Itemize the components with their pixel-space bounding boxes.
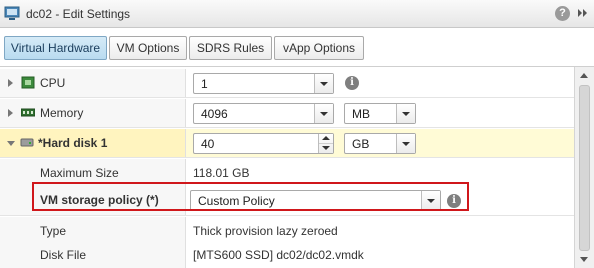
memory-input[interactable]: 4096 [193, 103, 334, 124]
size-stepper[interactable] [318, 134, 333, 153]
expand-icon[interactable] [576, 6, 590, 20]
title-bar: dc02 - Edit Settings ? [0, 0, 594, 28]
stepper-up-icon[interactable] [322, 136, 330, 140]
collapse-arrow-icon[interactable] [7, 141, 15, 146]
cpu-select[interactable]: 1 [193, 73, 334, 94]
hard-disk-label: *Hard disk 1 [38, 136, 108, 150]
window-title: dc02 - Edit Settings [26, 7, 131, 21]
vm-icon [4, 6, 20, 20]
cpu-icon [21, 76, 35, 89]
chevron-down-icon[interactable] [396, 104, 415, 123]
storage-policy-callout [32, 182, 469, 211]
hardware-grid: CPU 1 i Memory 4096 MB *Hard disk 1 40 G… [0, 66, 594, 268]
chevron-down-icon[interactable] [396, 134, 415, 153]
max-size-value: 118.01 GB [193, 166, 250, 180]
max-size-label: Maximum Size [40, 166, 119, 180]
scroll-thumb[interactable] [579, 85, 590, 251]
scroll-down-icon[interactable] [577, 253, 592, 267]
disk-file-label: Disk File [40, 248, 87, 262]
disk-file-row: Disk File [MTS600 SSD] dc02/dc02.vmdk [0, 241, 574, 268]
hard-disk-row: *Hard disk 1 40 GB [0, 129, 574, 158]
disk-file-value: [MTS600 SSD] dc02/dc02.vmdk [193, 248, 364, 262]
cpu-label: CPU [40, 76, 66, 90]
vertical-scrollbar[interactable] [574, 67, 594, 268]
chevron-down-icon[interactable] [314, 74, 333, 93]
help-icon[interactable]: ? [555, 6, 570, 21]
tab-vapp-options[interactable]: vApp Options [274, 36, 364, 60]
stepper-down-icon[interactable] [322, 146, 330, 150]
type-label: Type [40, 224, 67, 238]
chevron-down-icon[interactable] [314, 104, 333, 123]
hard-disk-unit-select[interactable]: GB [344, 133, 416, 154]
expand-arrow-icon[interactable] [8, 79, 13, 87]
cpu-row: CPU 1 i [0, 69, 574, 98]
tab-vm-options[interactable]: VM Options [109, 36, 187, 60]
info-icon[interactable]: i [345, 76, 359, 90]
hard-disk-size-input[interactable]: 40 [193, 133, 334, 154]
type-value: Thick provision lazy zeroed [193, 224, 338, 238]
tab-virtual-hardware[interactable]: Virtual Hardware [4, 36, 107, 60]
memory-row: Memory 4096 MB [0, 99, 574, 128]
memory-icon [21, 108, 35, 117]
expand-arrow-icon[interactable] [8, 109, 13, 117]
tab-sdrs-rules[interactable]: SDRS Rules [189, 36, 272, 60]
scroll-up-icon[interactable] [577, 69, 592, 83]
hard-disk-icon [20, 138, 34, 147]
memory-label: Memory [40, 106, 84, 120]
memory-unit-select[interactable]: MB [344, 103, 416, 124]
